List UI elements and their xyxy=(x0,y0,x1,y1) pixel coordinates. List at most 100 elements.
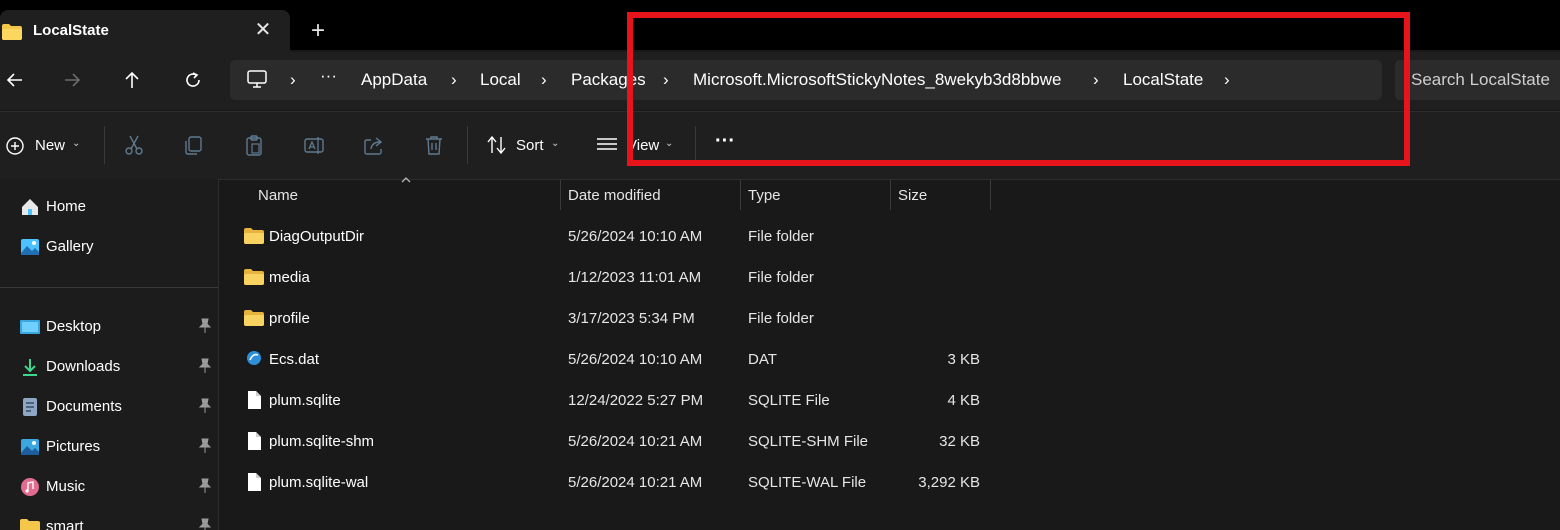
new-button[interactable]: New xyxy=(35,137,65,154)
file-type: SQLITE-SHM File xyxy=(748,433,869,450)
pin-icon[interactable] xyxy=(198,318,212,334)
file-size: 3 KB xyxy=(947,351,980,368)
copy-button[interactable] xyxy=(182,133,206,157)
column-header-type[interactable]: Type xyxy=(748,187,781,204)
sidebar-item-documents[interactable]: Documents xyxy=(0,389,218,425)
sidebar-item-smart[interactable]: smart xyxy=(0,509,218,530)
column-resize-handle[interactable] xyxy=(560,180,561,210)
sort-icon[interactable] xyxy=(486,135,508,155)
refresh-button[interactable] xyxy=(178,65,208,95)
pictures-icon xyxy=(21,439,39,455)
file-name[interactable]: plum.sqlite xyxy=(269,392,341,409)
desktop-icon xyxy=(20,320,40,334)
pin-icon[interactable] xyxy=(198,478,212,494)
chevron-down-icon[interactable]: ⌄ xyxy=(551,138,559,149)
file-name[interactable]: plum.sqlite-shm xyxy=(269,433,374,450)
delete-button[interactable] xyxy=(422,133,446,157)
file-name[interactable]: DiagOutputDir xyxy=(269,228,364,245)
cut-button[interactable] xyxy=(122,133,146,157)
file-size: 4 KB xyxy=(947,392,980,409)
sidebar-item-gallery[interactable]: Gallery xyxy=(0,229,218,265)
share-icon xyxy=(364,137,383,155)
table-row[interactable]: DiagOutputDir 5/26/2024 10:10 AM File fo… xyxy=(230,217,1000,257)
sidebar-item-downloads[interactable]: Downloads xyxy=(0,349,218,385)
sidebar-separator xyxy=(0,287,218,288)
rename-icon xyxy=(304,137,324,154)
pin-icon[interactable] xyxy=(198,358,212,374)
pin-icon[interactable] xyxy=(198,438,212,454)
file-icon xyxy=(248,432,261,450)
file-type: File folder xyxy=(748,269,814,286)
breadcrumb-appdata[interactable]: AppData xyxy=(361,70,427,90)
share-button[interactable] xyxy=(362,133,386,157)
folder-icon xyxy=(2,24,22,40)
table-row[interactable]: plum.sqlite-wal 5/26/2024 10:21 AM SQLIT… xyxy=(230,463,1000,503)
breadcrumb-chevron-icon[interactable]: › xyxy=(451,70,457,90)
column-resize-handle[interactable] xyxy=(990,180,991,210)
column-header-size[interactable]: Size xyxy=(898,187,927,204)
file-date: 5/26/2024 10:10 AM xyxy=(568,228,703,245)
add-circle-icon[interactable] xyxy=(5,136,25,156)
search-input[interactable]: Search LocalState xyxy=(1411,70,1550,90)
breadcrumb-overflow-button[interactable]: ··· xyxy=(320,66,337,86)
highlight-box xyxy=(627,12,1410,166)
sidebar-item-label: Downloads xyxy=(46,358,121,375)
toolbar-divider xyxy=(104,126,105,164)
file-name[interactable]: profile xyxy=(269,310,310,327)
column-resize-handle[interactable] xyxy=(890,180,891,210)
table-row[interactable]: plum.sqlite 12/24/2022 5:27 PM SQLITE Fi… xyxy=(230,381,1000,421)
file-name[interactable]: plum.sqlite-wal xyxy=(269,474,368,491)
sort-button[interactable]: Sort xyxy=(516,137,544,154)
sidebar-item-music[interactable]: Music xyxy=(0,469,218,505)
folder-icon xyxy=(20,519,40,530)
new-tab-button[interactable]: + xyxy=(308,19,328,43)
music-icon xyxy=(21,478,39,496)
file-name[interactable]: Ecs.dat xyxy=(269,351,319,368)
view-icon[interactable] xyxy=(596,137,618,153)
tab-close-icon[interactable]: ✕ xyxy=(254,20,272,40)
copy-icon xyxy=(185,136,202,155)
breadcrumb-chevron-icon[interactable]: › xyxy=(541,70,547,90)
pin-icon[interactable] xyxy=(198,518,212,530)
file-type: SQLITE-WAL File xyxy=(748,474,867,491)
sidebar-item-home[interactable]: Home xyxy=(0,189,218,225)
table-row[interactable]: plum.sqlite-shm 5/26/2024 10:21 AM SQLIT… xyxy=(230,422,1000,462)
file-size: 3,292 KB xyxy=(918,474,980,491)
sidebar-item-label: Desktop xyxy=(46,318,102,335)
file-date: 5/26/2024 10:21 AM xyxy=(568,474,703,491)
table-row[interactable]: media 1/12/2023 11:01 AM File folder xyxy=(230,258,1000,298)
back-button[interactable] xyxy=(0,65,30,95)
pane-divider[interactable] xyxy=(218,179,219,530)
file-name[interactable]: media xyxy=(269,269,310,286)
file-date: 5/26/2024 10:21 AM xyxy=(568,433,703,450)
up-button[interactable] xyxy=(117,65,147,95)
file-type: DAT xyxy=(748,351,777,368)
table-row[interactable]: profile 3/17/2023 5:34 PM File folder xyxy=(230,299,1000,339)
this-pc-icon[interactable] xyxy=(246,69,268,89)
sort-ascending-icon xyxy=(401,177,411,183)
gallery-icon xyxy=(21,239,39,255)
folder-icon xyxy=(244,310,264,326)
column-header-date[interactable]: Date modified xyxy=(568,187,661,204)
folder-icon xyxy=(244,228,264,244)
column-header-name[interactable]: Name xyxy=(258,187,298,204)
file-date: 1/12/2023 11:01 AM xyxy=(568,269,702,286)
pin-icon[interactable] xyxy=(198,398,212,414)
sidebar-item-pictures[interactable]: Pictures xyxy=(0,429,218,465)
file-type: File folder xyxy=(748,310,814,327)
paste-icon xyxy=(246,135,262,156)
breadcrumb-local[interactable]: Local xyxy=(480,70,521,90)
table-row[interactable]: Ecs.dat 5/26/2024 10:10 AM DAT 3 KB xyxy=(230,340,1000,380)
rename-button[interactable] xyxy=(302,133,326,157)
column-resize-handle[interactable] xyxy=(740,180,741,210)
breadcrumb-chevron-icon[interactable]: › xyxy=(290,70,296,90)
file-size: 32 KB xyxy=(939,433,980,450)
sidebar-item-label: Documents xyxy=(46,398,122,415)
tab-title: LocalState xyxy=(33,22,109,39)
paste-button[interactable] xyxy=(242,133,266,157)
chevron-down-icon[interactable]: ⌄ xyxy=(72,138,80,149)
sidebar-item-desktop[interactable]: Desktop xyxy=(0,309,218,345)
arrow-right-icon xyxy=(65,73,81,87)
arrow-up-icon xyxy=(125,71,139,88)
forward-button[interactable] xyxy=(57,65,87,95)
